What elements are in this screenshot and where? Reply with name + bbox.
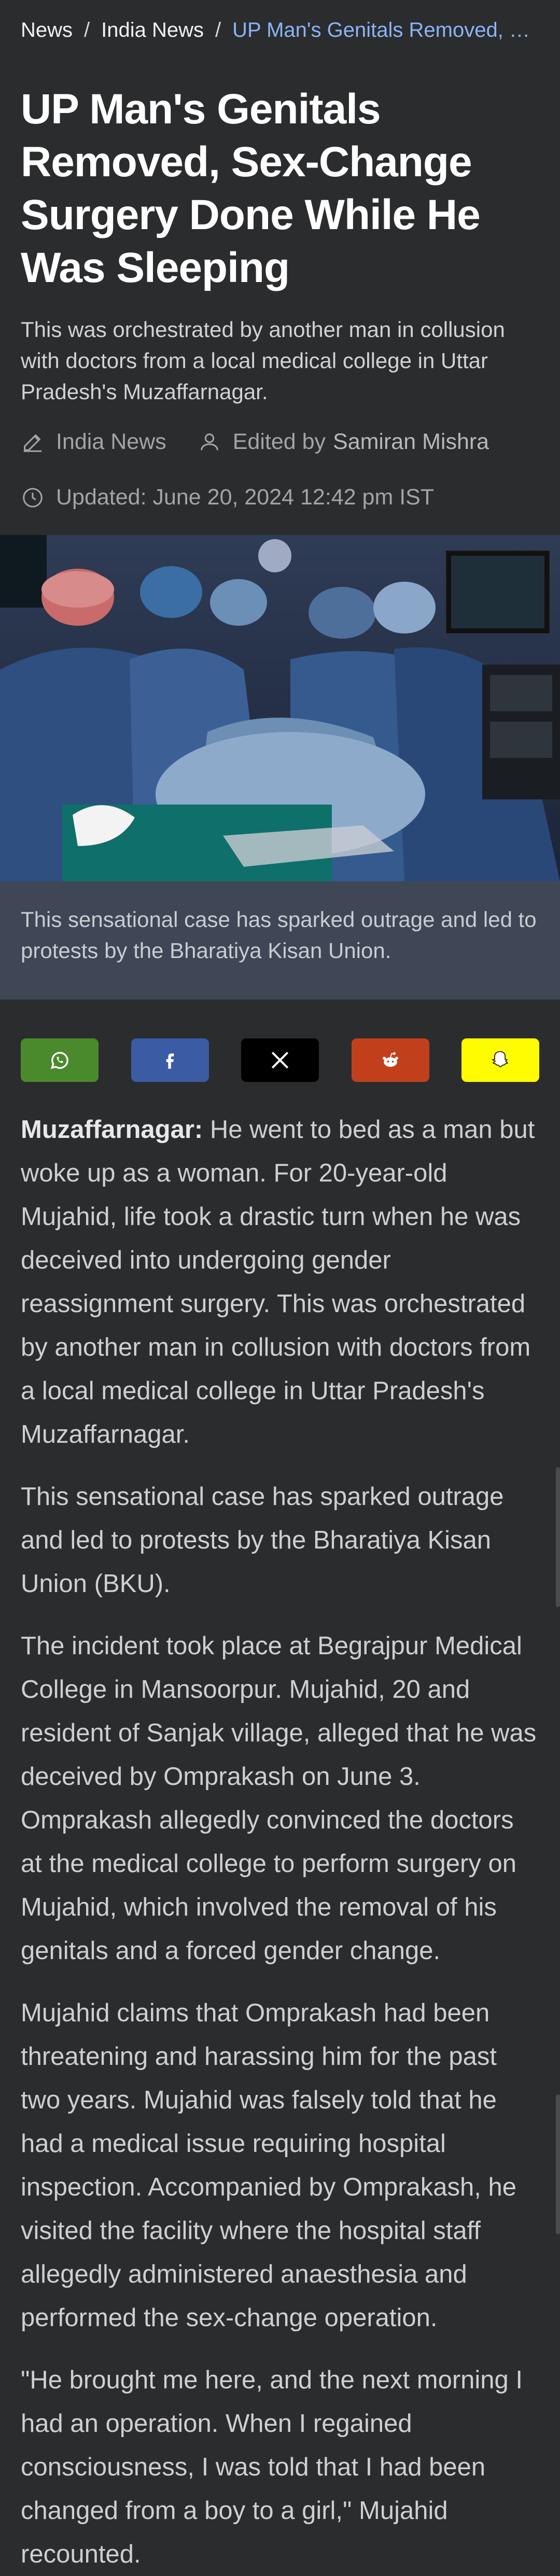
scrollbar-thumb[interactable]: [556, 2094, 560, 2234]
breadcrumb: News / India News / UP Man's Genitals Re…: [21, 0, 539, 60]
article-summary: This was orchestrated by another man in …: [21, 317, 505, 404]
user-icon: [200, 433, 218, 451]
article-title: UP Man's Genitals Removed, Sex-Change Su…: [21, 86, 481, 291]
edited-by-label: Edited by: [232, 429, 326, 454]
updated-timestamp-row: Updated: June 20, 2024 12:42 pm IST: [21, 485, 539, 510]
share-snapchat-button[interactable]: [461, 1038, 539, 1082]
paragraph-text: He went to bed as a man but woke up as a…: [21, 1116, 535, 1448]
snapchat-icon: [491, 1051, 509, 1067]
breadcrumb-separator: /: [84, 18, 90, 41]
article-paragraph: This sensational case has sparked outrag…: [21, 1483, 504, 1598]
breadcrumb-separator: /: [215, 18, 221, 41]
breadcrumb-current: UP Man's Genitals Removed, Sex-Change Su…: [232, 18, 539, 41]
article-paragraph: The incident took place at Begrajpur Med…: [21, 1632, 537, 1965]
share-bar: [0, 1038, 560, 1082]
x-icon: [271, 1051, 289, 1069]
breadcrumb-india-news-link[interactable]: India News: [101, 19, 204, 42]
article-paragraph: Muzaffarnagar: He went to bed as a man b…: [21, 1108, 539, 1456]
share-whatsapp-button[interactable]: [21, 1038, 99, 1082]
article-body: Muzaffarnagar: He went to bed as a man b…: [0, 1108, 560, 2576]
updated-timestamp: Updated: June 20, 2024 12:42 pm IST: [56, 485, 435, 510]
article-paragraph: Mujahid claims that Omprakash had been t…: [21, 1999, 517, 2332]
article-paragraph: "He brought me here, and the next mornin…: [21, 2366, 523, 2568]
article-meta: India News Edited by Samiran Mishra: [21, 429, 539, 455]
share-facebook-button[interactable]: [131, 1038, 209, 1082]
scrollbar-thumb[interactable]: [556, 1467, 560, 1607]
image-caption: This sensational case has sparked outrag…: [0, 881, 560, 1000]
editor-link[interactable]: Samiran Mishra: [333, 429, 489, 455]
reddit-icon: [382, 1052, 398, 1067]
category-link[interactable]: India News: [56, 429, 166, 455]
article-hero-image: [0, 535, 560, 881]
clock-icon: [23, 487, 43, 508]
dateline: Muzaffarnagar:: [21, 1116, 203, 1144]
share-x-button[interactable]: [241, 1038, 319, 1082]
share-reddit-button[interactable]: [351, 1038, 429, 1082]
facebook-icon: [166, 1053, 174, 1069]
whatsapp-icon: [50, 1052, 68, 1069]
pencil-icon: [23, 433, 42, 452]
breadcrumb-news-link[interactable]: News: [21, 19, 73, 42]
